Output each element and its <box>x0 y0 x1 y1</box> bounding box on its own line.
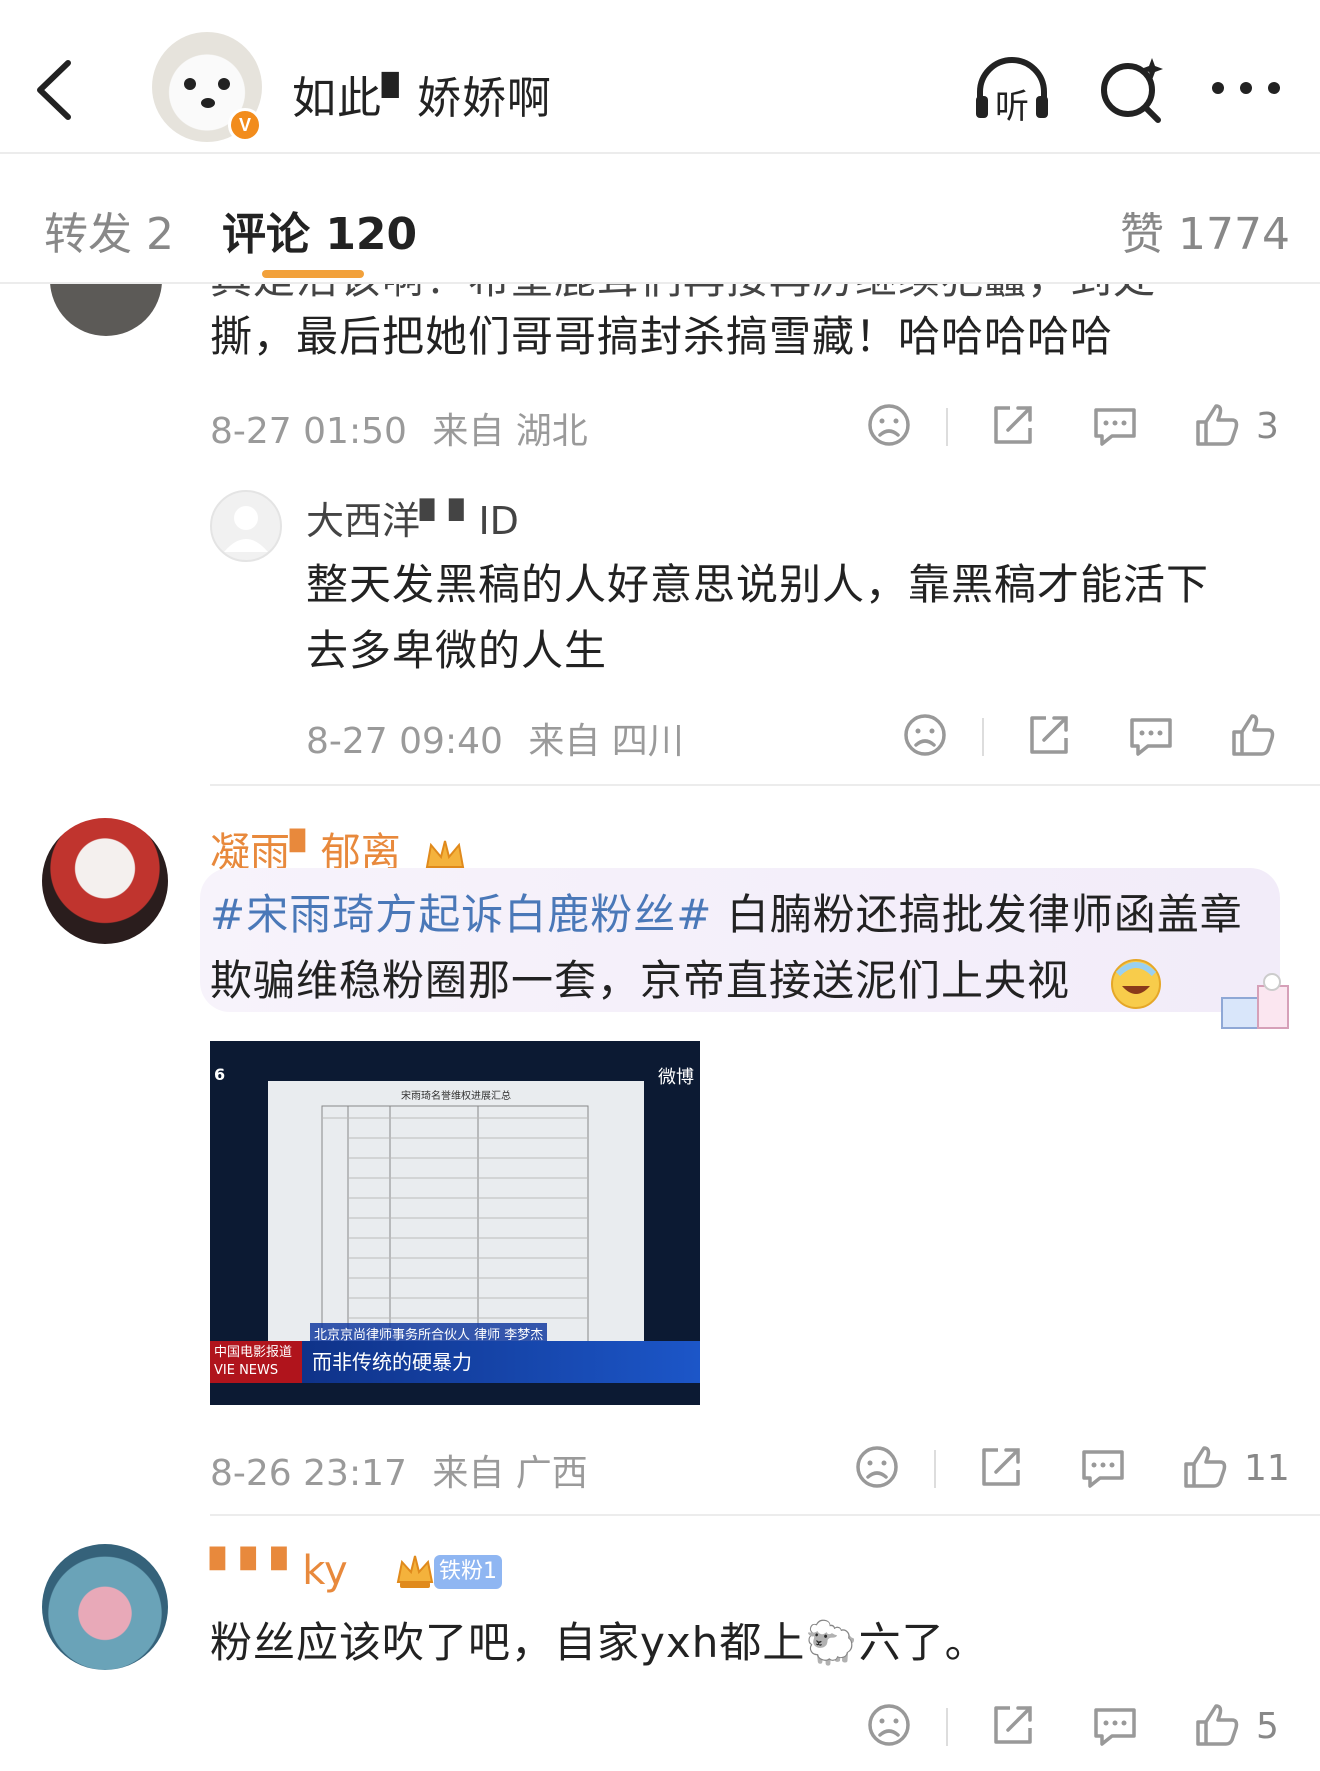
avatar-eye <box>184 78 196 90</box>
weibo-watermark: 微博 <box>658 1067 694 1088</box>
doc-title: 宋雨琦名誉维权进展汇总 <box>401 1091 511 1102</box>
tab-repost[interactable]: 转发 2 <box>44 198 174 262</box>
comment-text-rest: 白腩粉还搞批发律师函盖章 <box>712 890 1243 939</box>
comment-text: 撕，最后把她们哥哥搞封杀搞雪藏！哈哈哈哈哈 <box>210 312 1114 361</box>
news-brand: 中国电影报道 VIE NEWS <box>210 1341 302 1383</box>
doc-table-graphic <box>321 1105 589 1343</box>
listen-label: 听 <box>995 87 1029 127</box>
gift-box-sticker-icon <box>1221 973 1289 1029</box>
profile-avatar[interactable]: V <box>152 32 262 142</box>
video-thumbnail[interactable]: 6 微博 宋雨琦名誉维权进展汇总 北京京尚律师事务所合伙人 律师 李梦杰 中国电… <box>210 1041 700 1405</box>
dislike-icon[interactable] <box>852 1442 902 1492</box>
comment-actions: 3 <box>860 400 1280 456</box>
action-separator <box>982 718 984 756</box>
dislike-icon[interactable] <box>864 1700 914 1750</box>
like-icon[interactable] <box>1180 1442 1230 1492</box>
reply-timestamp: 8-27 09:40 <box>306 721 503 762</box>
action-separator <box>934 1450 936 1488</box>
like-icon[interactable] <box>1192 1700 1242 1750</box>
more-icon[interactable] <box>1206 52 1286 128</box>
reply-location: 来自 四川 <box>528 721 684 762</box>
document-image: 宋雨琦名誉维权进展汇总 <box>268 1081 644 1361</box>
top-bar: V 如此▘娇娇啊 听 <box>0 0 1320 152</box>
like-icon[interactable] <box>1192 400 1242 450</box>
default-avatar-icon <box>224 506 268 552</box>
news-brand-cn: 中国电影报道 <box>214 1345 293 1360</box>
channel-logo: 6 <box>214 1065 226 1084</box>
tab-comments[interactable]: 评论 120 <box>222 198 417 262</box>
comment-time: 8-26 23:17 来自 广西 <box>210 1444 588 1496</box>
back-arrow-icon[interactable] <box>30 55 80 125</box>
commenter-avatar[interactable] <box>42 1544 168 1670</box>
profile-name[interactable]: 如此▘娇娇啊 <box>292 62 552 126</box>
like-count: 11 <box>1244 1448 1290 1489</box>
comment-timestamp: 8-26 23:17 <box>210 1453 407 1494</box>
comment-icon[interactable] <box>1126 710 1176 760</box>
like-count: 3 <box>1256 406 1279 447</box>
fan-level-badge: 铁粉1 <box>434 1555 502 1589</box>
commenter-avatar[interactable] <box>42 818 168 944</box>
comment-location: 来自 湖北 <box>432 411 588 452</box>
tab-bar: 转发 2 评论 120 赞 1774 <box>0 152 1320 284</box>
hashtag-link[interactable]: #宋雨琦方起诉白鹿粉丝# <box>210 890 712 939</box>
comment-text: #宋雨琦方起诉白鹿粉丝# 白腩粉还搞批发律师函盖章 <box>210 882 1243 948</box>
listen-icon[interactable]: 听 <box>972 52 1052 128</box>
news-brand-en: VIE NEWS <box>214 1363 279 1378</box>
comment-text: 粉丝应该吹了吧，自家yxh都上🐑六了。 <box>210 1618 988 1667</box>
comment-location: 来自 广西 <box>432 1453 588 1494</box>
active-tab-indicator <box>262 270 364 278</box>
reply-text: 去多卑微的人生 <box>306 626 608 675</box>
comment-feed[interactable]: 真是活该啊！希望鹿茸们再接再厉继续犯蠢，到处 撕，最后把她们哥哥搞封杀搞雪藏！哈… <box>0 284 1320 1771</box>
comment-icon[interactable] <box>1090 400 1140 450</box>
action-separator <box>946 408 948 446</box>
reply-time: 8-27 09:40 来自 四川 <box>306 712 684 764</box>
comment-actions: 5 <box>860 1700 1280 1756</box>
reply-actions <box>896 710 1296 766</box>
reply-username[interactable]: 大西洋▘▘ID <box>306 490 519 545</box>
commenter-username[interactable]: ▘▘▘ky <box>210 1548 348 1594</box>
comment-timestamp: 8-27 01:50 <box>210 411 407 452</box>
crown-icon <box>396 1555 434 1588</box>
video-caption: 而非传统的硬暴力 <box>312 1350 472 1374</box>
comment-actions: 11 <box>848 1442 1290 1498</box>
reply-avatar[interactable] <box>210 490 282 562</box>
comment-divider <box>210 1514 1320 1516</box>
share-icon[interactable] <box>988 400 1038 450</box>
comment-divider <box>210 784 1320 786</box>
search-icon[interactable] <box>1092 52 1172 128</box>
avatar-nose <box>201 98 215 108</box>
share-icon[interactable] <box>976 1442 1026 1492</box>
commenter-avatar[interactable] <box>50 284 162 336</box>
dislike-icon[interactable] <box>864 400 914 450</box>
tab-likes[interactable]: 赞 1774 <box>1120 198 1290 262</box>
dislike-icon[interactable] <box>900 710 950 760</box>
comment-icon[interactable] <box>1090 1700 1140 1750</box>
reply-text: 整天发黑稿的人好意思说别人，靠黑稿才能活下 <box>306 560 1210 609</box>
laughing-emoji-icon <box>1111 959 1161 1009</box>
share-icon[interactable] <box>1024 710 1074 760</box>
avatar-eye <box>218 78 230 90</box>
comment-text: 欺骗维稳粉圈那一套，京帝直接送泥们上央视 <box>210 956 1071 1005</box>
like-icon[interactable] <box>1228 710 1278 760</box>
comment-time: 8-27 01:50 来自 湖北 <box>210 402 588 454</box>
share-icon[interactable] <box>988 1700 1038 1750</box>
commenter-name: ▘▘▘ky <box>210 1548 348 1594</box>
verified-badge: V <box>228 108 262 142</box>
like-count: 5 <box>1256 1706 1279 1747</box>
comment-icon[interactable] <box>1078 1442 1128 1492</box>
action-separator <box>946 1708 948 1746</box>
